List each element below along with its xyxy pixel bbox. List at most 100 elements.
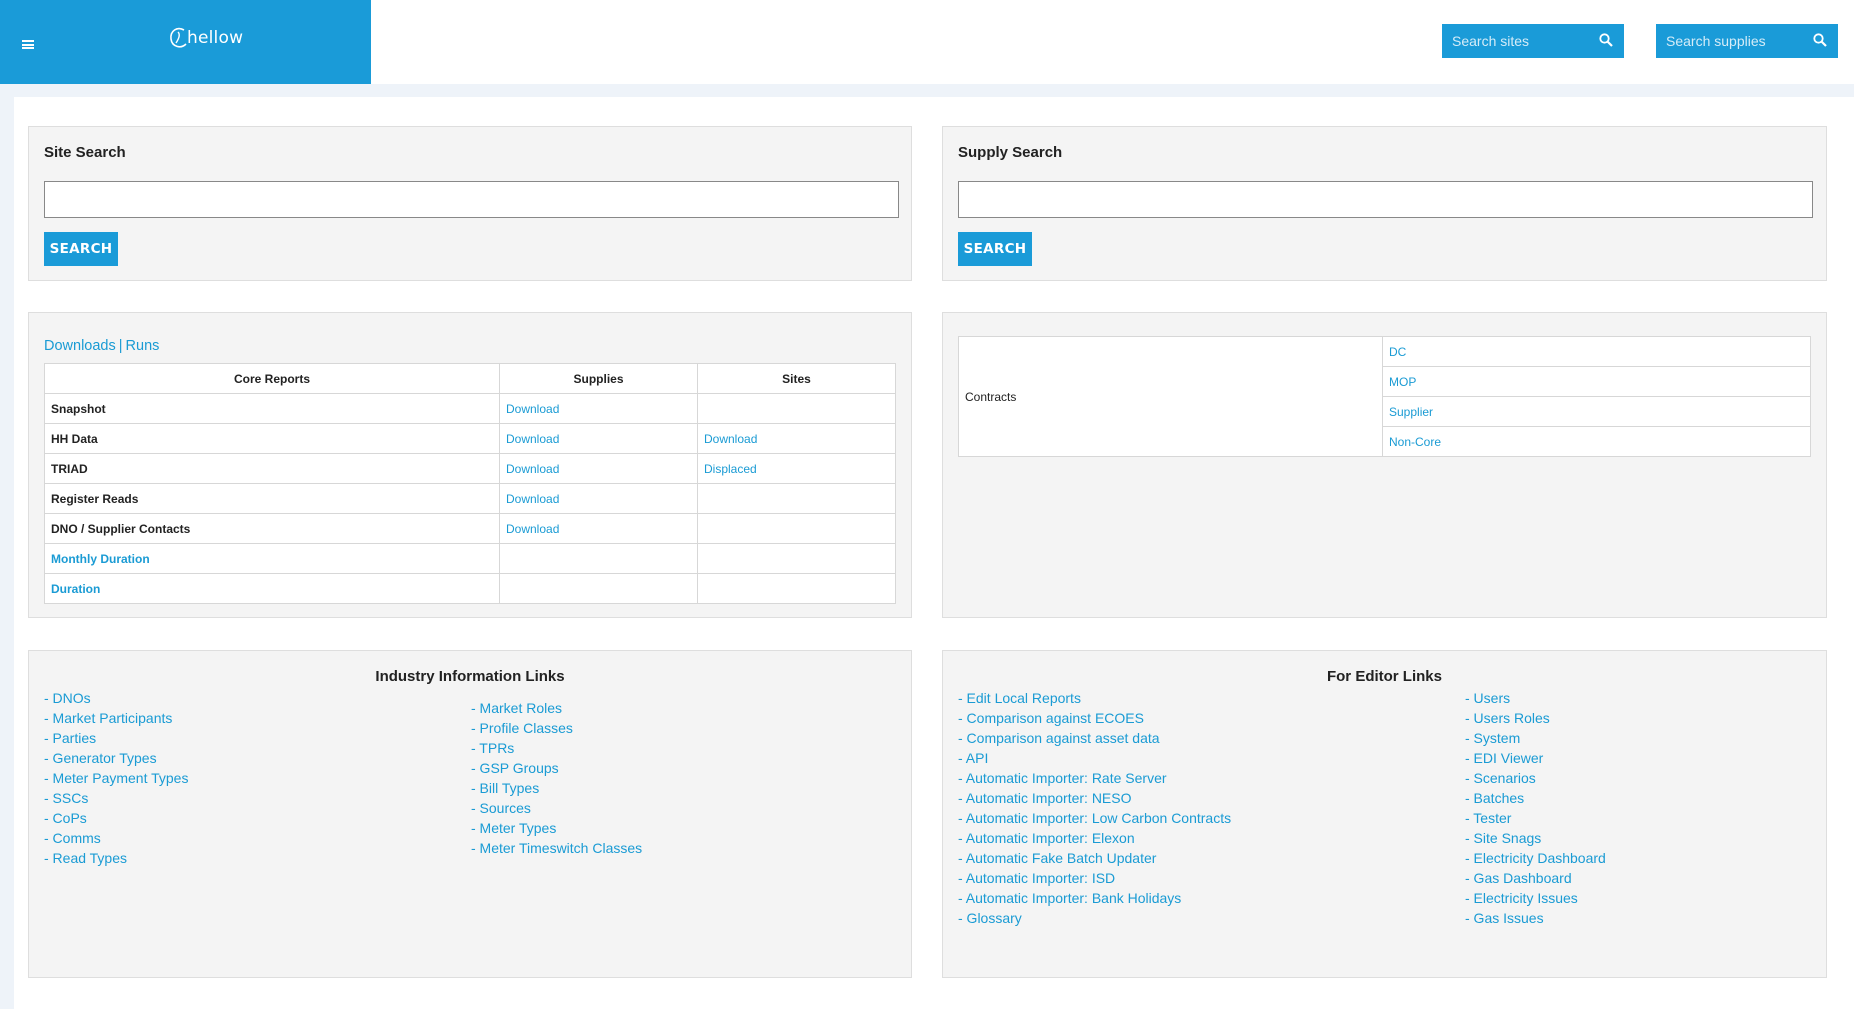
link-edi-viewer[interactable]: - EDI Viewer [1465,750,1543,766]
supplies-download-link[interactable]: Download [506,522,559,536]
link-tprs[interactable]: - TPRs [471,740,514,756]
contract-link-non-core[interactable]: Non-Core [1389,435,1441,449]
link-bill-types[interactable]: - Bill Types [471,780,539,796]
search-supplies-input[interactable] [1656,33,1806,49]
link-sources[interactable]: - Sources [471,800,531,816]
link-users[interactable]: - Users [1465,690,1510,706]
tab-separator: | [118,338,123,354]
table-header-row: Core Reports Supplies Sites [44,363,896,394]
brand-bar: hellow [0,0,371,84]
supply-search-button[interactable]: SEARCH [958,232,1032,266]
search-sites-input[interactable] [1442,33,1592,49]
site-search-button[interactable]: SEARCH [44,232,118,266]
table-row: Monthly Duration [44,543,896,574]
link-meter-types[interactable]: - Meter Types [471,820,556,836]
search-icon[interactable] [1812,32,1828,48]
report-name: DNO / Supplier Contacts [44,513,500,544]
link-importer-rate-server[interactable]: - Automatic Importer: Rate Server [958,770,1167,786]
link-scenarios[interactable]: - Scenarios [1465,770,1536,786]
report-name: Snapshot [44,393,500,424]
sites-displaced-link[interactable]: Displaced [704,462,757,476]
link-importer-isd[interactable]: - Automatic Importer: ISD [958,870,1115,886]
supply-search-title: Supply Search [958,144,1063,161]
link-importer-neso[interactable]: - Automatic Importer: NESO [958,790,1132,806]
contracts-table: Contracts DC MOP Supplier Non-Core [958,336,1811,457]
industry-links-panel: Industry Information Links - DNOs - Mark… [28,650,912,978]
duration-link[interactable]: Duration [51,582,100,596]
link-glossary[interactable]: - Glossary [958,910,1022,926]
search-sites-box [1442,24,1624,58]
menu-icon[interactable] [22,40,34,49]
link-cops[interactable]: - CoPs [44,810,87,826]
contract-link-dc[interactable]: DC [1389,345,1406,359]
link-electricity-dashboard[interactable]: - Electricity Dashboard [1465,850,1606,866]
link-generator-types[interactable]: - Generator Types [44,750,157,766]
main-content: Site Search SEARCH Supply Search SEARCH … [14,97,1854,1009]
contracts-label: Contracts [958,336,1383,457]
link-meter-timeswitch-classes[interactable]: - Meter Timeswitch Classes [471,840,642,856]
link-parties[interactable]: - Parties [44,730,96,746]
link-importer-bank-holidays[interactable]: - Automatic Importer: Bank Holidays [958,890,1181,906]
core-reports-table: Core Reports Supplies Sites Snapshot Dow… [44,363,896,604]
link-profile-classes[interactable]: - Profile Classes [471,720,573,736]
report-name: HH Data [44,423,500,454]
sites-download-link[interactable]: Download [704,432,757,446]
industry-links-col1: - DNOs - Market Participants - Parties -… [44,688,188,868]
link-importer-elexon[interactable]: - Automatic Importer: Elexon [958,830,1135,846]
contracts-panel: Contracts DC MOP Supplier Non-Core [942,312,1827,618]
link-gas-dashboard[interactable]: - Gas Dashboard [1465,870,1572,886]
link-tester[interactable]: - Tester [1465,810,1511,826]
supplies-download-link[interactable]: Download [506,492,559,506]
empty-cell [499,543,698,574]
logo[interactable]: hellow [168,26,243,50]
link-importer-low-carbon-contracts[interactable]: - Automatic Importer: Low Carbon Contrac… [958,810,1231,826]
link-system[interactable]: - System [1465,730,1520,746]
contract-link-mop[interactable]: MOP [1389,375,1416,389]
search-icon[interactable] [1598,32,1614,48]
link-gas-issues[interactable]: - Gas Issues [1465,910,1544,926]
link-market-participants[interactable]: - Market Participants [44,710,172,726]
editor-links-col2: - Users - Users Roles - System - EDI Vie… [1465,688,1606,928]
contract-link-supplier[interactable]: Supplier [1389,405,1433,419]
link-comparison-asset-data[interactable]: - Comparison against asset data [958,730,1160,746]
supplies-download-link[interactable]: Download [506,402,559,416]
industry-links-title: Industry Information Links [375,668,565,685]
table-row: Snapshot Download [44,393,896,424]
site-search-panel: Site Search SEARCH [28,126,912,281]
table-row: Contracts DC [958,336,1811,457]
table-row: TRIAD Download Displaced [44,453,896,484]
link-sscs[interactable]: - SSCs [44,790,88,806]
tab-runs[interactable]: Runs [126,338,160,354]
link-site-snags[interactable]: - Site Snags [1465,830,1541,846]
tab-downloads[interactable]: Downloads [44,338,116,354]
supplies-download-link[interactable]: Download [506,432,559,446]
editor-links-panel: For Editor Links - Edit Local Reports - … [942,650,1827,978]
link-api[interactable]: - API [958,750,988,766]
empty-cell [697,543,896,574]
link-electricity-issues[interactable]: - Electricity Issues [1465,890,1578,906]
supply-search-input[interactable] [958,181,1813,218]
link-read-types[interactable]: - Read Types [44,850,127,866]
supply-search-panel: Supply Search SEARCH [942,126,1827,281]
site-search-input[interactable] [44,181,899,218]
link-users-roles[interactable]: - Users Roles [1465,710,1550,726]
supplies-download-link[interactable]: Download [506,462,559,476]
link-comms[interactable]: - Comms [44,830,101,846]
link-fake-batch-updater[interactable]: - Automatic Fake Batch Updater [958,850,1156,866]
table-row: HH Data Download Download [44,423,896,454]
brand-name: hellow [187,28,244,48]
empty-cell [697,573,896,604]
empty-cell [499,573,698,604]
search-supplies-box [1656,24,1838,58]
link-gsp-groups[interactable]: - GSP Groups [471,760,559,776]
table-row: Register Reads Download [44,483,896,514]
link-batches[interactable]: - Batches [1465,790,1524,806]
column-header-core-reports: Core Reports [44,363,500,394]
link-meter-payment-types[interactable]: - Meter Payment Types [44,770,188,786]
link-dnos[interactable]: - DNOs [44,690,91,706]
link-market-roles[interactable]: - Market Roles [471,700,562,716]
link-comparison-ecoes[interactable]: - Comparison against ECOES [958,710,1144,726]
link-edit-local-reports[interactable]: - Edit Local Reports [958,690,1081,706]
monthly-duration-link[interactable]: Monthly Duration [51,552,150,566]
editor-links-col1: - Edit Local Reports - Comparison agains… [958,688,1231,928]
